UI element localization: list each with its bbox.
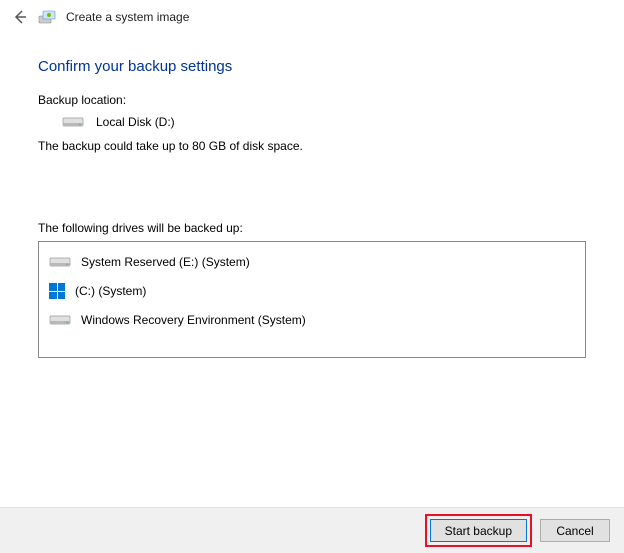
drive-label: (C:) (System) — [75, 284, 146, 298]
system-image-icon — [38, 8, 56, 26]
windows-icon — [49, 283, 65, 299]
drives-list-label: The following drives will be backed up: — [38, 221, 586, 235]
drive-row: Windows Recovery Environment (System) — [47, 306, 577, 334]
disk-icon — [49, 255, 71, 269]
highlight-box: Start backup — [425, 514, 532, 547]
start-backup-button[interactable]: Start backup — [430, 519, 527, 542]
drive-row: System Reserved (E:) (System) — [47, 248, 577, 276]
drive-label: Windows Recovery Environment (System) — [81, 313, 306, 327]
backup-location-value: Local Disk (D:) — [96, 115, 175, 129]
backup-location-row: Local Disk (D:) — [62, 115, 586, 129]
size-note: The backup could take up to 80 GB of dis… — [38, 139, 586, 153]
backup-location-label: Backup location: — [38, 93, 586, 107]
footer-bar: Start backup Cancel — [0, 507, 624, 553]
disk-icon — [49, 313, 71, 327]
disk-icon — [62, 115, 84, 129]
titlebar: Create a system image — [0, 0, 624, 34]
page-heading: Confirm your backup settings — [38, 58, 586, 75]
back-arrow-icon[interactable] — [12, 9, 28, 25]
drive-row: (C:) (System) — [47, 276, 577, 306]
drives-list: System Reserved (E:) (System) (C:) (Syst… — [38, 241, 586, 358]
window-title: Create a system image — [66, 10, 189, 24]
drive-label: System Reserved (E:) (System) — [81, 255, 250, 269]
content-area: Confirm your backup settings Backup loca… — [0, 34, 624, 358]
cancel-button[interactable]: Cancel — [540, 519, 610, 542]
